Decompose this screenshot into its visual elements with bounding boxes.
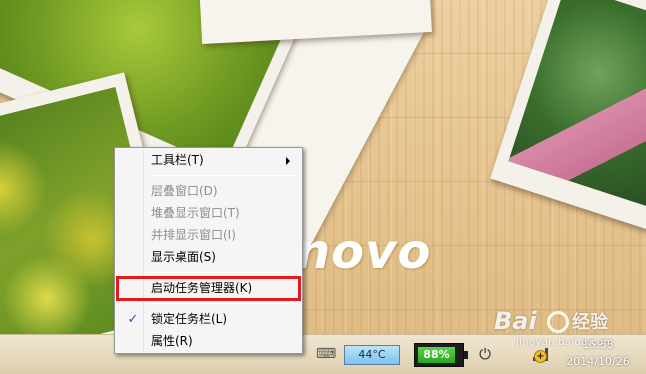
check-icon: ✓: [127, 312, 139, 327]
battery-tip: [464, 351, 468, 359]
menu-item-task-manager[interactable]: 启动任务管理器(K): [116, 276, 301, 301]
battery-indicator[interactable]: 88%: [414, 343, 468, 367]
watermark-sub: 经验: [572, 312, 608, 333]
menu-item-label: 属性(R): [151, 334, 193, 348]
temperature-indicator[interactable]: 44°C: [344, 345, 400, 365]
watermark-url: jingyan.baidu.com: [516, 337, 614, 348]
menu-item-label: 启动任务管理器(K): [151, 281, 253, 295]
menu-item-stack-windows[interactable]: 堆叠显示窗口(T): [118, 203, 299, 224]
submenu-arrow-icon: [286, 157, 290, 165]
menu-item-label: 层叠窗口(D): [151, 184, 218, 198]
menu-item-toolbars[interactable]: 工具栏(T): [118, 150, 299, 171]
menu-separator: [148, 272, 298, 273]
menu-item-label: 并排显示窗口(I): [151, 228, 236, 242]
menu-separator: [148, 303, 298, 304]
menu-item-cascade-windows[interactable]: 层叠窗口(D): [118, 181, 299, 202]
paw-logo-icon: [547, 311, 569, 333]
menu-item-label: 工具栏(T): [151, 153, 204, 167]
watermark-brand: Bai: [494, 307, 537, 335]
menu-separator: [148, 175, 298, 176]
menu-item-side-by-side[interactable]: 并排显示窗口(I): [118, 225, 299, 246]
menu-item-properties[interactable]: 属性(R): [118, 331, 299, 352]
taskbar-context-menu: 工具栏(T) 层叠窗口(D) 堆叠显示窗口(T) 并排显示窗口(I) 显示桌面(…: [114, 147, 303, 354]
menu-item-lock-taskbar[interactable]: ✓ 锁定任务栏(L): [118, 309, 299, 330]
menu-item-show-desktop[interactable]: 显示桌面(S): [118, 247, 299, 268]
menu-item-label: 堆叠显示窗口(T): [151, 206, 240, 220]
battery-level: 88%: [418, 347, 455, 363]
keyboard-icon[interactable]: ⌨: [316, 345, 336, 363]
lenovo-logo: novo: [296, 224, 432, 280]
menu-item-label: 锁定任务栏(L): [151, 312, 228, 326]
photo-frame-right: [490, 0, 646, 231]
baidu-jingyan-watermark: Bai 经验 jingyan.baidu.com: [486, 306, 646, 362]
menu-item-label: 显示桌面(S): [151, 250, 216, 264]
